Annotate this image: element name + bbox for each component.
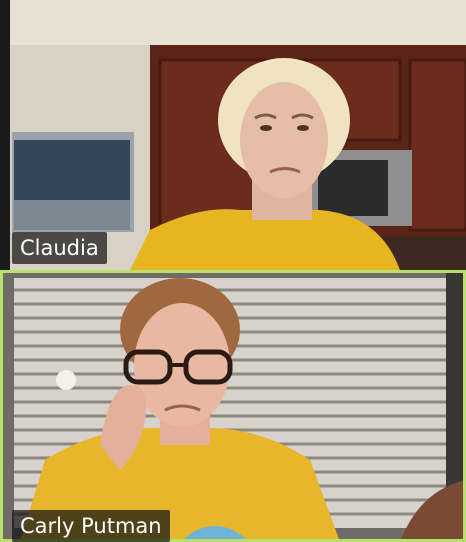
video-tile-carly-putman[interactable]: Carly Putman <box>0 270 466 542</box>
participant-video-feed <box>0 270 466 542</box>
participant-name-tag: Carly Putman <box>12 510 170 542</box>
participant-name-tag: Claudia <box>12 232 107 264</box>
video-tile-claudia[interactable]: Claudia <box>0 0 466 270</box>
participant-video-feed <box>0 0 466 270</box>
